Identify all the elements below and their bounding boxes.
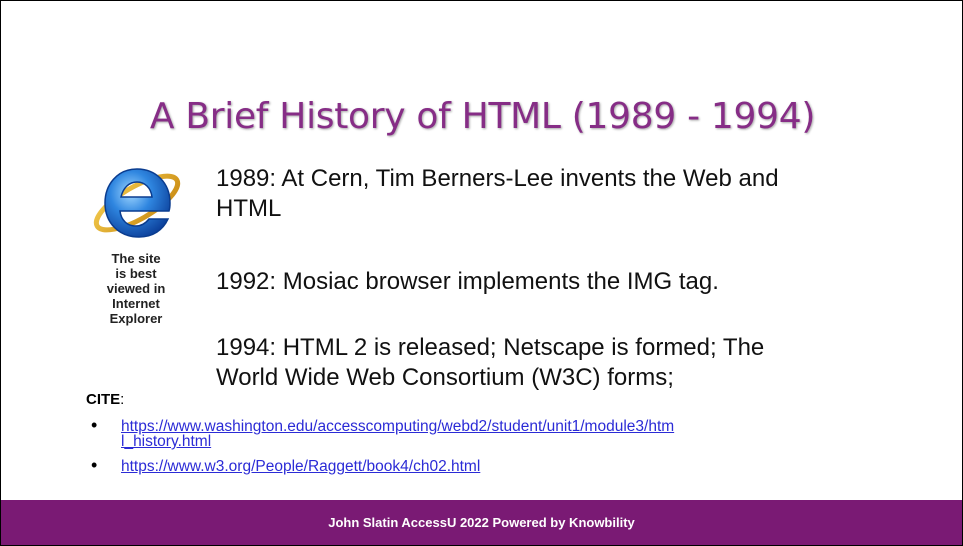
logo-caption-line: The site [111,251,161,266]
cite-list-item: • https://www.w3.org/People/Raggett/book… [91,455,911,475]
footer-text: John Slatin AccessU 2022 Powered by Know… [328,515,635,530]
cite-label: CITE: [86,391,124,408]
cite-label-text: CITE [86,391,121,408]
slide: A Brief History of HTML (1989 - 1994) Th… [0,0,963,546]
internet-explorer-logo-icon [93,168,181,238]
footer-bar: John Slatin AccessU 2022 Powered by Know… [1,500,962,545]
history-item-line: HTML [216,195,282,222]
cite-list: • https://www.washington.edu/accesscompu… [91,415,911,482]
logo-caption-line: Explorer [109,311,163,326]
logo-caption-line: is best [115,266,157,281]
history-item-1992: 1992: Mosiac browser implements the IMG … [216,267,916,297]
cite-link-w3c[interactable]: https://www.w3.org/People/Raggett/book4/… [121,458,480,475]
history-item-line: World Wide Web Consortium (W3C) forms; [216,364,674,391]
slide-title: A Brief History of HTML (1989 - 1994) [149,96,816,137]
cite-link-washington[interactable]: https://www.washington.edu/accesscomputi… [121,418,674,450]
cite-link-line: https://www.w3.org/People/Raggett/book4/… [121,458,481,475]
history-item-line: 1994: HTML 2 is released; Netscape is fo… [216,334,765,361]
bullet-icon: • [91,415,98,435]
history-item-line: 1992: Mosiac browser implements the IMG … [216,268,719,295]
logo-caption: The site is best viewed in Internet Expl… [83,251,189,326]
history-item-1989: 1989: At Cern, Tim Berners-Lee invents t… [216,164,916,224]
bullet-icon: • [91,455,98,475]
logo-caption-line: viewed in [106,281,166,296]
cite-list-item: • https://www.washington.edu/accesscompu… [91,415,911,450]
cite-link-line: l_history.html [121,433,212,450]
logo-caption-line: Internet [112,296,160,311]
history-item-line: 1989: At Cern, Tim Berners-Lee invents t… [216,165,779,192]
history-item-1994: 1994: HTML 2 is released; Netscape is fo… [216,333,916,393]
cite-colon: : [120,391,125,408]
